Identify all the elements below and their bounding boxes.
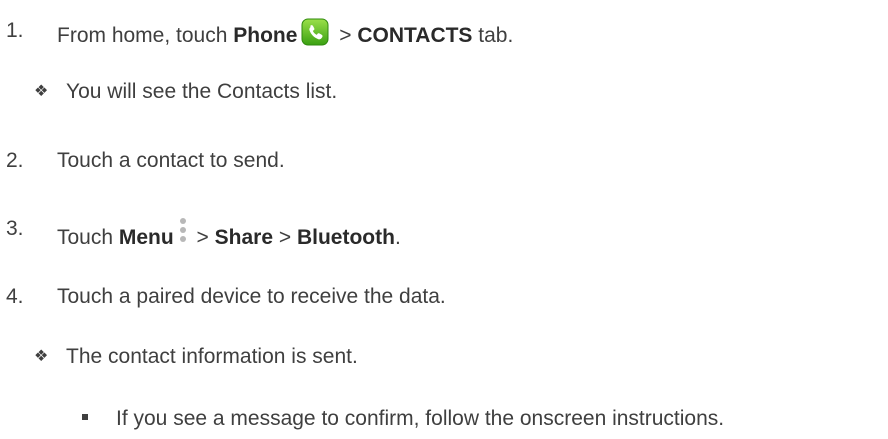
- substep-text: You will see the Contacts list.: [66, 80, 338, 103]
- step-text-sep: >: [333, 24, 358, 47]
- step-text-pre: Touch: [57, 226, 119, 249]
- contacts-tab-label: CONTACTS: [357, 24, 473, 47]
- menu-dots-icon: [179, 218, 186, 242]
- bluetooth-label: Bluetooth: [296, 226, 395, 249]
- diamond-bullet-icon: ❖: [34, 83, 49, 100]
- substep-text: If you see a message to confirm, follow …: [116, 407, 725, 430]
- substep-text: The contact information is sent.: [66, 345, 358, 368]
- step-number: 2.: [6, 149, 24, 172]
- step-text: From home, touch Phone > CONTACTS tab.: [57, 18, 513, 49]
- step-number: 4.: [6, 285, 24, 308]
- phone-label: Phone: [233, 24, 298, 47]
- step-text-pre: From home, touch: [57, 24, 234, 47]
- step-text-post: tab.: [472, 24, 514, 47]
- step-text: Touch a contact to send.: [57, 149, 285, 172]
- step-text-sep: >: [273, 226, 297, 249]
- step-text-sep: >: [190, 226, 215, 249]
- step-number: 1.: [6, 19, 24, 42]
- share-label: Share: [214, 226, 274, 249]
- step-number: 3.: [6, 217, 24, 240]
- square-bullet-icon: [82, 414, 88, 420]
- step-text-post: .: [394, 226, 401, 249]
- step-text: Touch a paired device to receive the dat…: [57, 285, 446, 308]
- diamond-bullet-icon: ❖: [34, 348, 49, 365]
- phone-icon: [301, 18, 329, 46]
- step-text: Touch Menu > Share > Bluetooth.: [57, 216, 401, 251]
- menu-label: Menu: [118, 226, 174, 249]
